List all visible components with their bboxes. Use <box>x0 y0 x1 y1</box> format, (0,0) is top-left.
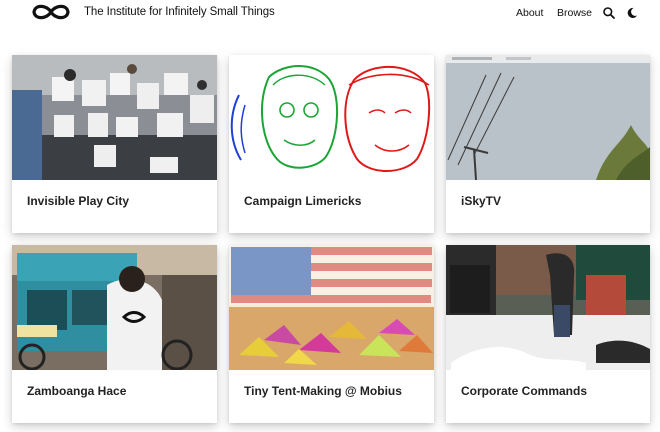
project-title[interactable]: Corporate Commands <box>461 384 587 398</box>
project-grid: Invisible Play City Campaign Limericks i… <box>0 0 660 432</box>
protest-signs-photo <box>12 55 217 180</box>
project-title[interactable]: Zamboanga Hace <box>27 384 126 398</box>
project-title[interactable]: Campaign Limericks <box>244 194 361 208</box>
tent-installation-photo <box>229 245 434 370</box>
project-card-zamboanga-hace[interactable]: Zamboanga Hace <box>12 245 217 423</box>
project-card-invisible-play-city[interactable]: Invisible Play City <box>12 55 217 233</box>
sky-webcam-screenshot <box>446 55 650 180</box>
snow-street-performance-photo <box>446 245 650 370</box>
project-title[interactable]: iSkyTV <box>461 194 501 208</box>
project-card-campaign-limericks[interactable]: Campaign Limericks <box>229 55 434 233</box>
project-card-iskytv[interactable]: iSkyTV <box>446 55 650 233</box>
tricycle-photo <box>12 245 217 370</box>
project-title[interactable]: Tiny Tent-Making @ Mobius <box>244 384 402 398</box>
project-title[interactable]: Invisible Play City <box>27 194 129 208</box>
candidate-line-drawings <box>229 55 434 180</box>
project-card-tiny-tent-making[interactable]: Tiny Tent-Making @ Mobius <box>229 245 434 423</box>
project-card-corporate-commands[interactable]: Corporate Commands <box>446 245 650 423</box>
